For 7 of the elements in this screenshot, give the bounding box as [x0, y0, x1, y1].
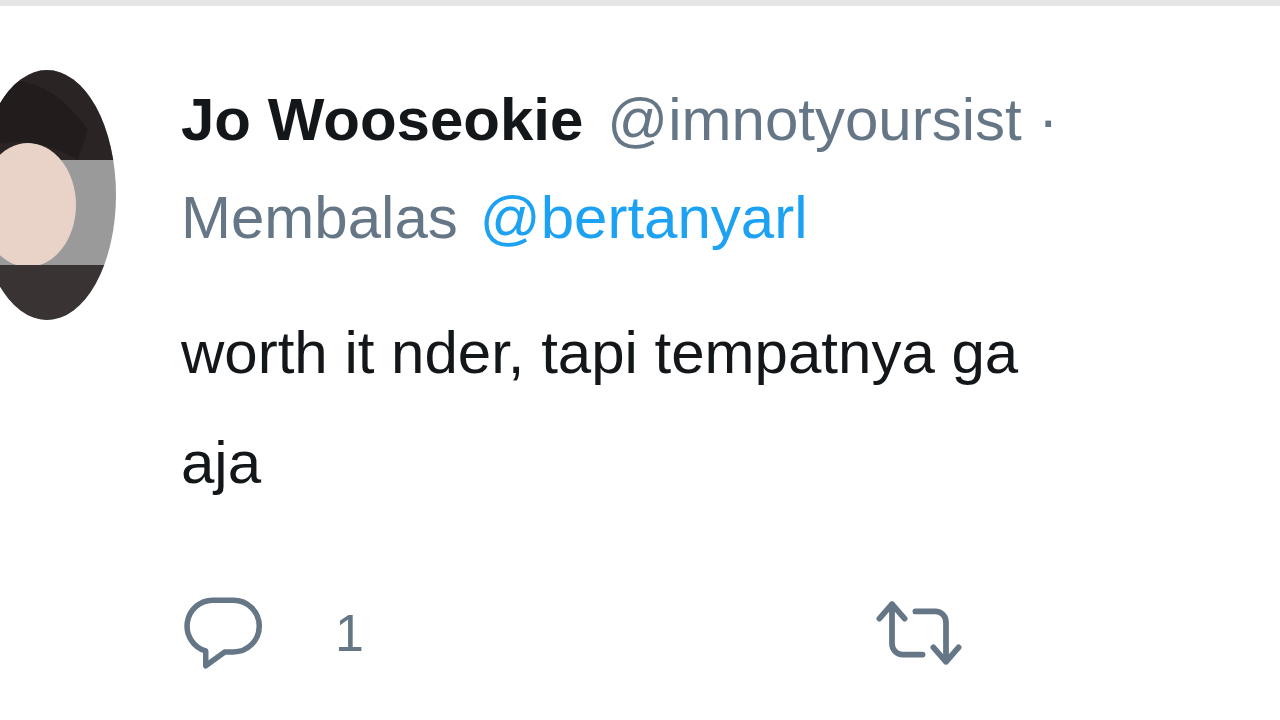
tweet-text: worth it nder, tapi tempatnya ga aja	[181, 318, 1020, 498]
comment-icon[interactable]	[181, 595, 265, 671]
user-handle[interactable]: @imnotyoursist ·	[607, 90, 1059, 150]
reply-label: Membalas	[181, 188, 458, 248]
reply-count: 1	[335, 603, 364, 664]
user-name[interactable]: Jo Wooseokie	[181, 90, 584, 150]
mention-link[interactable]: @bertanyarl	[479, 188, 808, 248]
